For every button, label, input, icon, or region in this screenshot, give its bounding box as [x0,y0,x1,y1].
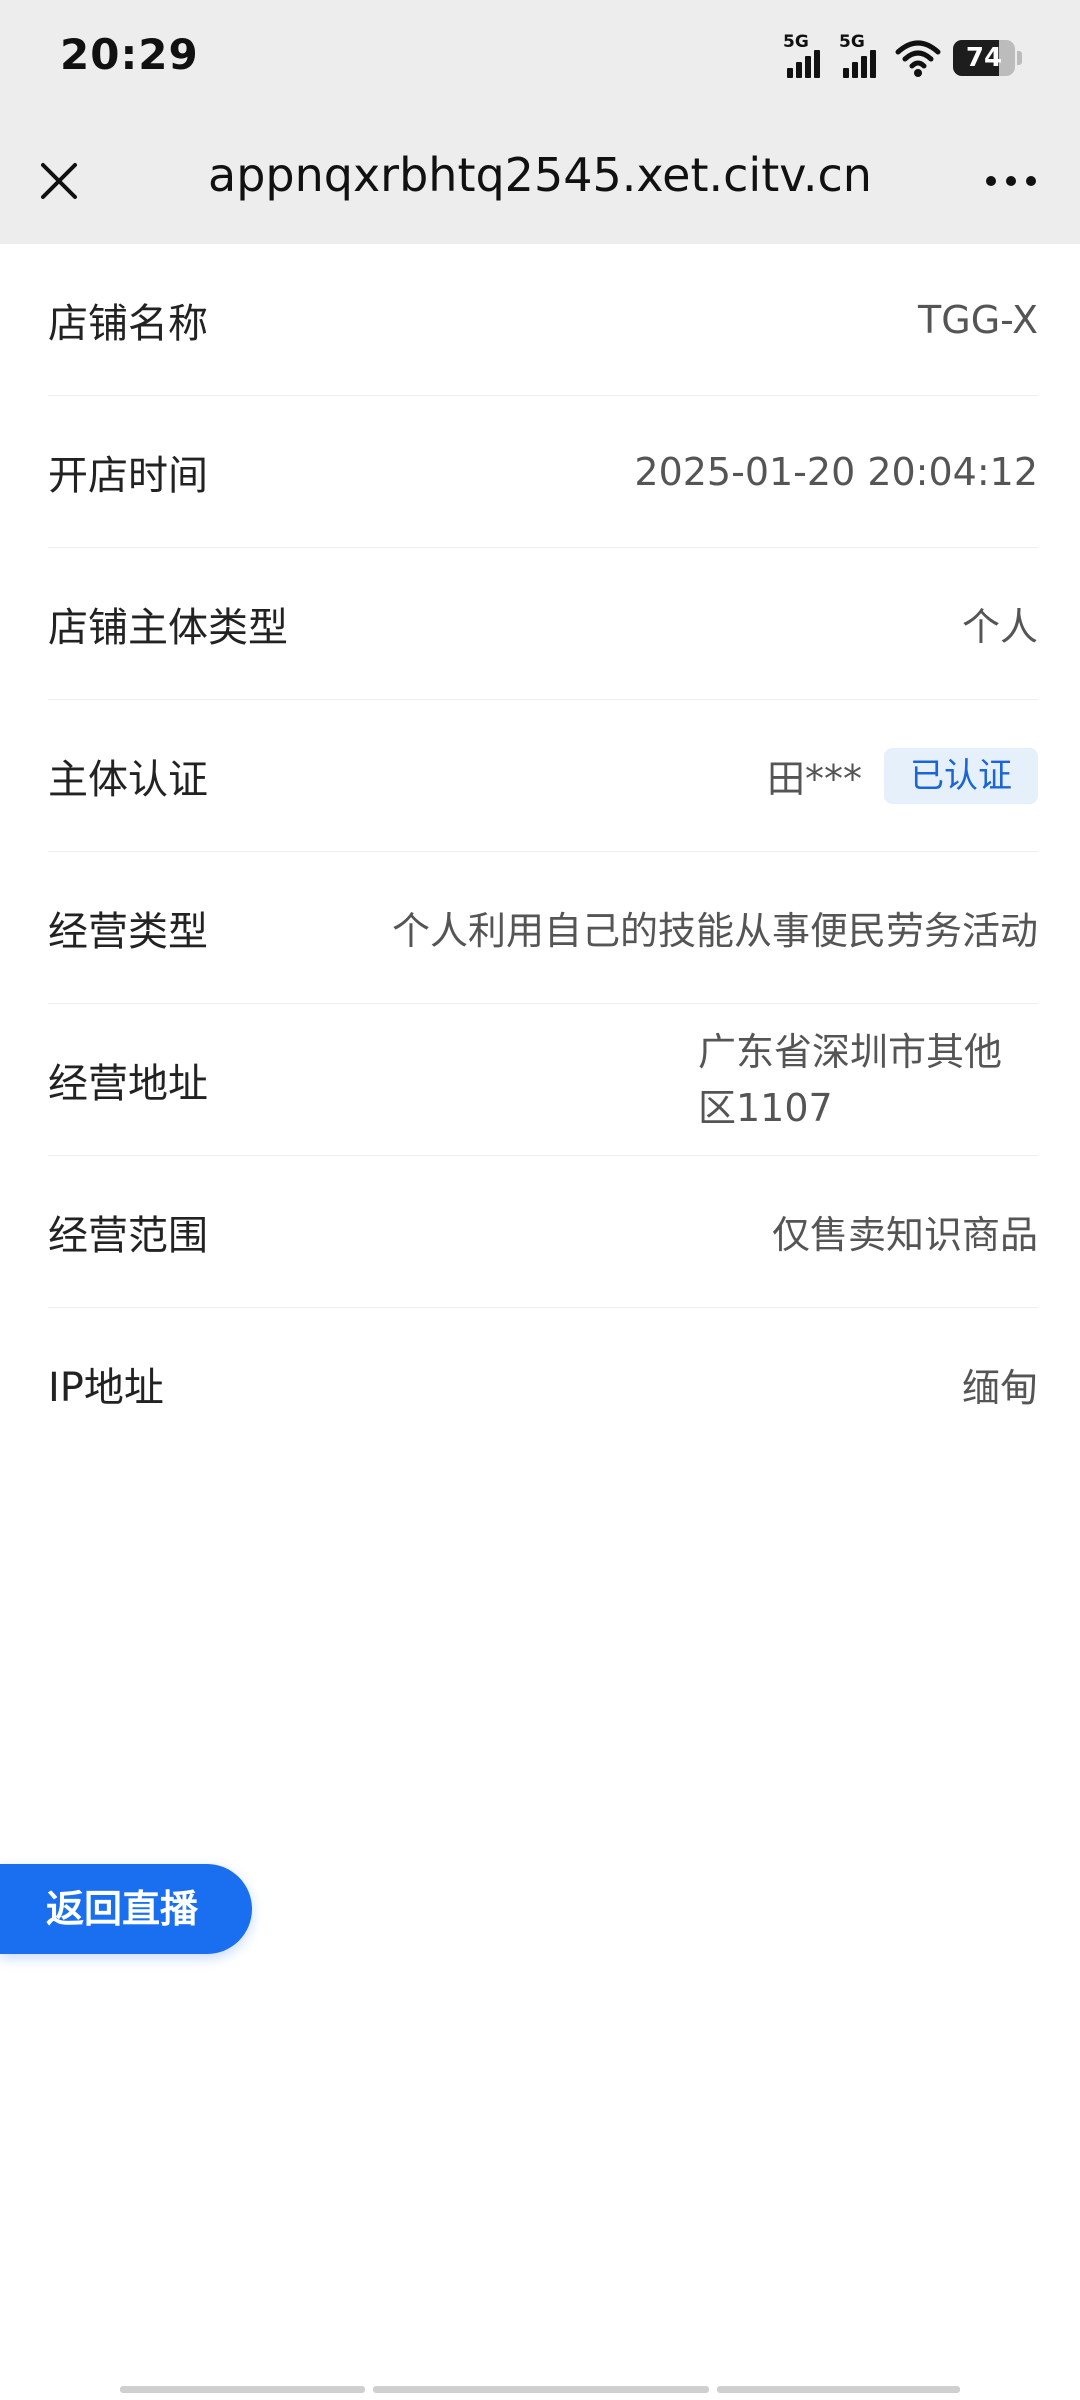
info-row-ip-address: IP地址 缅甸 [48,1308,1038,1460]
row-label: 经营类型 [48,908,208,955]
info-row-shop-name: 店铺名称 TGG-X [48,244,1038,396]
network-type-label: 5G [839,32,865,52]
shop-info-list: 店铺名称 TGG-X 开店时间 2025-01-20 20:04:12 店铺主体… [48,244,1038,1460]
battery-icon: 74 [953,40,1015,76]
network-type-label: 5G [783,32,809,52]
status-bar: 20:29 5G 5G 74 [0,0,1080,118]
info-row-entity-type: 店铺主体类型 个人 [48,548,1038,700]
row-label: 店铺名称 [48,300,208,347]
row-value: 仅售卖知识商品 [771,1213,1038,1257]
info-row-business-address: 经营地址 广东省深圳市其他区1107 [48,1004,1038,1156]
row-label: 主体认证 [48,756,208,803]
row-label: 开店时间 [48,452,208,499]
battery-level: 74 [965,43,1003,73]
cellular-signal-icon: 5G [783,32,827,80]
page-url-title: appnqxrbhtq2545.xet.citv.cn [208,148,872,202]
more-options-button[interactable] [966,146,1056,216]
row-value: 广东省深圳市其他区1107 [698,1029,1003,1130]
wifi-icon [895,40,941,77]
row-value: 2025-01-20 20:04:12 [634,449,1038,494]
row-value: 田*** [766,757,862,801]
browser-nav-bar: appnqxrbhtq2545.xet.citv.cn [0,118,1080,244]
row-label: 经营地址 [48,1060,208,1107]
more-dot-icon [1026,176,1036,186]
gesture-navigation-bar[interactable] [120,2386,960,2393]
back-to-live-button[interactable]: 返回直播 [0,1864,252,1954]
info-row-verification: 主体认证 田*** 已认证 [48,700,1038,852]
row-value: 个人利用自己的技能从事便民劳务活动 [391,909,1038,953]
row-value: 缅甸 [961,1365,1038,1410]
status-icons: 5G 5G 74 [783,32,1022,82]
info-row-open-time: 开店时间 2025-01-20 20:04:12 [48,396,1038,548]
close-icon [41,163,77,199]
row-value: 个人 [961,605,1038,649]
verification-value-group: 田*** 已认证 [766,747,1038,804]
row-label: 经营范围 [48,1212,208,1259]
row-label: 店铺主体类型 [48,604,288,651]
more-dot-icon [1006,176,1016,186]
row-label: IP地址 [48,1365,164,1411]
verified-badge: 已认证 [884,747,1038,804]
row-value: TGG-X [918,297,1038,342]
info-row-business-scope: 经营范围 仅售卖知识商品 [48,1156,1038,1308]
info-row-business-type: 经营类型 个人利用自己的技能从事便民劳务活动 [48,852,1038,1004]
more-dot-icon [986,176,996,186]
status-time: 20:29 [60,30,199,79]
battery-tip [1017,51,1022,65]
close-button[interactable] [24,146,94,216]
cellular-signal-icon: 5G [839,32,883,80]
